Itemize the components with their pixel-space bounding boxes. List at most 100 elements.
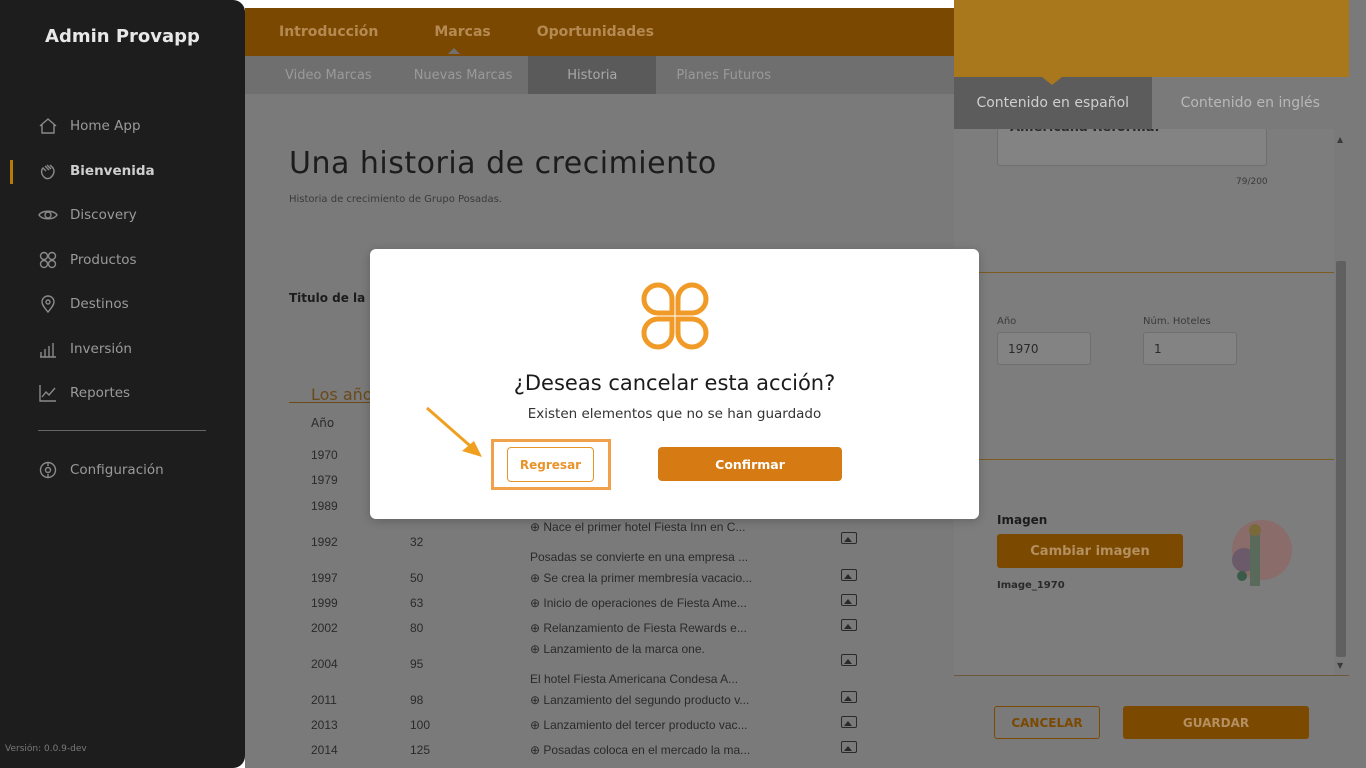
row-year: 1997	[311, 571, 338, 585]
sidebar-item-inversion[interactable]: Inversión	[38, 337, 132, 361]
image-icon[interactable]	[841, 691, 857, 703]
sidebar-item-destinos[interactable]: Destinos	[38, 292, 129, 316]
row-description: ⊕ Lanzamiento del tercer producto vac...	[530, 718, 748, 732]
row-year: 1989	[311, 499, 338, 513]
eye-icon	[38, 210, 58, 220]
sidebar-item-home-app[interactable]: Home App	[38, 114, 141, 138]
row-hotels: 125	[410, 743, 431, 757]
row-hotels: 50	[410, 571, 424, 585]
char-counter: 79/200	[1236, 177, 1268, 187]
year-label: Año	[997, 316, 1017, 327]
row-year: 1979	[311, 473, 338, 487]
row-year: 1992	[311, 535, 338, 549]
tab-active-marker	[448, 48, 460, 54]
panel-scrollbar[interactable]: ▲ ▼	[1334, 129, 1349, 675]
sidebar-item-label: Configuración	[70, 462, 164, 478]
clover-logo-icon	[641, 282, 709, 350]
change-image-button[interactable]: Cambiar imagen	[997, 534, 1183, 568]
row-year: 2002	[311, 621, 338, 635]
image-label: Imagen	[997, 513, 1048, 527]
image-icon[interactable]	[841, 619, 857, 631]
version-text: Versión: 0.0.9-dev	[5, 744, 87, 754]
year-input[interactable]: 1970	[997, 332, 1091, 365]
confirm-button[interactable]: Confirmar	[658, 447, 842, 481]
row-hotels: 100	[410, 718, 431, 732]
image-icon[interactable]	[841, 716, 857, 728]
tab-introduccion[interactable]: Introducción	[245, 24, 378, 40]
sidebar-item-reportes[interactable]: Reportes	[38, 381, 130, 405]
description-textarea[interactable]: Americana Reforma.	[997, 129, 1267, 166]
line-chart-icon	[39, 385, 56, 402]
dialog-title: ¿Deseas cancelar esta acción?	[513, 371, 836, 395]
scroll-thumb[interactable]	[1336, 261, 1346, 657]
row-hotels: 32	[410, 535, 424, 549]
image-icon[interactable]	[841, 569, 857, 581]
row-description: ⊕ Relanzamiento de Fiesta Rewards e...	[530, 621, 747, 635]
image-icon[interactable]	[841, 594, 857, 606]
pointer-arrow-icon	[426, 406, 482, 457]
language-tabs: Contenido en español Contenido en inglés	[954, 77, 1349, 129]
sidebar-item-label: Destinos	[70, 296, 129, 312]
section-divider	[954, 459, 1334, 460]
sidebar: Admin Provapp Home App Bienvenida Discov…	[0, 0, 245, 768]
sidebar-item-configuracion[interactable]: Configuración	[38, 458, 164, 482]
hotels-input[interactable]: 1	[1143, 332, 1237, 365]
row-year: 2013	[311, 718, 338, 732]
hand-wave-icon	[40, 164, 55, 180]
sidebar-divider	[38, 430, 206, 431]
subtab-nuevas-marcas[interactable]: Nuevas Marcas	[392, 56, 533, 94]
confirm-dialog: ¿Deseas cancelar esta acción? Existen el…	[370, 249, 979, 519]
tab-oportunidades[interactable]: Oportunidades	[491, 24, 654, 40]
sidebar-item-label: Inversión	[70, 341, 132, 357]
subtab-historia[interactable]: Historia	[528, 56, 657, 94]
tab-marcas[interactable]: Marcas	[378, 24, 490, 40]
cancel-button[interactable]: CANCELAR	[994, 706, 1100, 739]
sidebar-item-label: Reportes	[70, 385, 131, 401]
sidebar-item-label: Productos	[70, 252, 137, 268]
row-description: ⊕ Lanzamiento de la marca one.	[530, 642, 705, 656]
image-icon[interactable]	[841, 532, 857, 544]
panel-footer: CANCELAR GUARDAR	[954, 675, 1349, 768]
row-description: ⊕ Inicio de operaciones de Fiesta Ame...	[530, 596, 747, 610]
home-icon	[39, 118, 57, 134]
location-pin-icon	[41, 295, 55, 314]
row-year: 1970	[311, 448, 338, 462]
page-title: Una historia de crecimiento	[289, 146, 717, 181]
image-icon[interactable]	[841, 741, 857, 753]
sidebar-item-discovery[interactable]: Discovery	[38, 203, 137, 227]
column-header-year: Año	[311, 416, 335, 430]
page-subtitle: Historia de crecimiento de Grupo Posadas…	[289, 194, 502, 205]
row-year: 2011	[311, 693, 337, 707]
row-description: El hotel Fiesta Americana Condesa A...	[530, 672, 739, 686]
top-nav: Introducción Marcas Oportunidades	[245, 8, 954, 56]
grid-icon	[39, 251, 57, 269]
row-description: Posadas se convierte en una empresa ...	[530, 550, 749, 564]
panel-header	[954, 0, 1349, 77]
image-filename: Image_1970	[997, 580, 1065, 591]
row-year: 2004	[311, 657, 338, 671]
sidebar-item-label: Discovery	[70, 207, 137, 223]
image-icon[interactable]	[841, 654, 857, 666]
scroll-up-icon[interactable]: ▲	[1337, 135, 1343, 144]
row-hotels: 98	[410, 693, 424, 707]
row-hotels: 95	[410, 657, 424, 671]
row-hotels: 80	[410, 621, 424, 635]
gear-icon	[39, 461, 57, 479]
sidebar-item-bienvenida[interactable]: Bienvenida	[38, 159, 155, 183]
scroll-down-icon[interactable]: ▼	[1337, 661, 1343, 670]
tab-pointer	[1042, 77, 1062, 85]
section-divider	[954, 272, 1334, 273]
row-year: 2014	[311, 743, 338, 757]
edit-panel: Contenido en español Contenido en inglés…	[954, 0, 1366, 768]
row-description: ⊕ Lanzamiento del segundo producto v...	[530, 693, 750, 707]
tab-content-english[interactable]: Contenido en inglés	[1152, 77, 1350, 129]
subtab-planes-futuros[interactable]: Planes Futuros	[656, 56, 791, 94]
subtab-video-marcas[interactable]: Video Marcas	[245, 56, 392, 94]
panel-edge	[1349, 0, 1366, 768]
back-button[interactable]: Regresar	[507, 447, 594, 482]
panel-body: Americana Reforma. 79/200 Año 1970 Núm. …	[954, 129, 1334, 675]
save-button[interactable]: GUARDAR	[1123, 706, 1309, 739]
image-thumbnail	[1232, 520, 1292, 586]
bar-chart-icon	[40, 343, 56, 358]
sidebar-item-productos[interactable]: Productos	[38, 248, 137, 272]
